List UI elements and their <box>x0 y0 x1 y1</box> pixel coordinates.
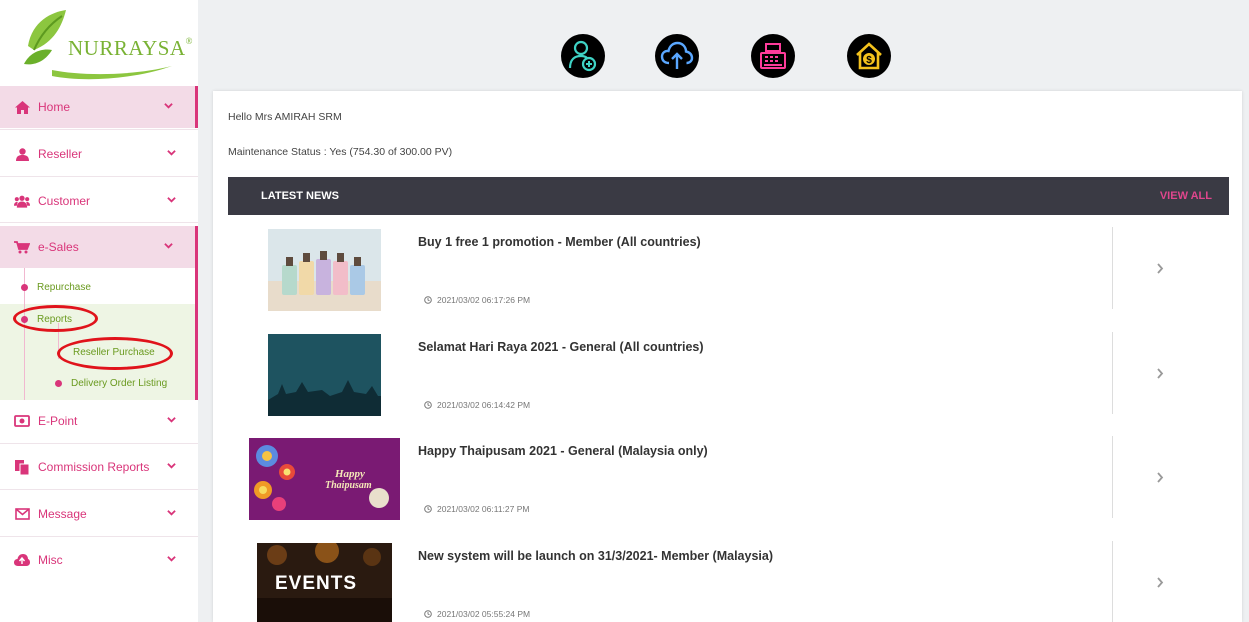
home-icon <box>14 100 30 114</box>
divider <box>1112 227 1113 309</box>
nav-esales-label: e-Sales <box>38 240 79 254</box>
bullet-icon <box>55 380 62 387</box>
chevron-right-icon[interactable] <box>1156 263 1164 274</box>
nav-misc[interactable]: Misc <box>0 539 198 581</box>
clock-icon <box>424 401 432 409</box>
nav-commission-reports-label: Commission Reports <box>38 460 150 474</box>
news-date: 2021/03/02 06:14:42 PM <box>424 400 530 410</box>
sidebar: NURRAYSA® Home Reseller Customer e-Sales… <box>0 0 198 622</box>
nav-customer[interactable]: Customer <box>0 180 198 222</box>
clock-icon <box>424 610 432 618</box>
news-item[interactable]: Happy Thaipusam Happy Thaipusam 2021 - G… <box>228 436 1229 520</box>
nav-home[interactable]: Home <box>0 86 198 128</box>
nav-esales[interactable]: e-Sales <box>0 226 198 268</box>
divider <box>0 536 198 537</box>
cloud-upload-icon[interactable] <box>655 34 699 78</box>
divider <box>0 222 198 223</box>
clock-icon <box>424 296 432 304</box>
news-date-text: 2021/03/02 06:17:26 PM <box>437 295 531 305</box>
cart-icon <box>14 240 30 254</box>
brand-name: NURRAYSA <box>68 36 186 60</box>
news-title[interactable]: Buy 1 free 1 promotion - Member (All cou… <box>418 235 701 249</box>
documents-icon <box>14 459 30 475</box>
news-date-text: 2021/03/02 06:14:42 PM <box>437 400 531 410</box>
submenu-delivery-order-listing-label: Delivery Order Listing <box>71 378 168 389</box>
nav-epoint-label: E-Point <box>38 414 78 428</box>
highlight-circle <box>57 337 173 370</box>
news-date: 2021/03/02 06:17:26 PM <box>424 295 530 305</box>
news-thumbnail-text: Happy <box>335 468 365 480</box>
view-all-link[interactable]: VIEW ALL <box>1160 190 1212 202</box>
nav-message-label: Message <box>38 507 87 521</box>
news-item[interactable]: Buy 1 free 1 promotion - Member (All cou… <box>228 227 1229 311</box>
nav-home-label: Home <box>38 100 71 114</box>
money-icon <box>14 414 30 428</box>
news-thumbnail-thaipusam: Happy Thaipusam <box>249 438 400 520</box>
bullet-icon <box>21 284 28 291</box>
chevron-down-icon <box>164 103 173 109</box>
add-user-icon[interactable] <box>561 34 605 78</box>
svg-text:$: $ <box>866 55 872 66</box>
submenu-repurchase-label: Repurchase <box>37 282 91 293</box>
news-title[interactable]: Selamat Hari Raya 2021 - General (All co… <box>418 340 704 354</box>
divider <box>0 129 198 130</box>
highlight-circle <box>13 305 98 332</box>
brand-logo[interactable]: NURRAYSA® <box>22 6 192 82</box>
chevron-down-icon <box>167 150 176 156</box>
nav-reseller[interactable]: Reseller <box>0 133 198 175</box>
news-item[interactable]: Selamat Hari Raya 2021 - General (All co… <box>228 332 1229 416</box>
chevron-right-icon[interactable] <box>1156 577 1164 588</box>
nav-misc-label: Misc <box>38 553 63 567</box>
news-item[interactable]: EVENTS New system will be launch on 31/3… <box>228 541 1229 622</box>
news-thumbnail-hari-raya <box>268 334 381 416</box>
house-dollar-icon[interactable]: $ <box>847 34 891 78</box>
news-date-text: 2021/03/02 06:11:27 PM <box>437 504 530 514</box>
chevron-right-icon[interactable] <box>1156 472 1164 483</box>
submenu-repurchase[interactable]: Repurchase <box>21 282 91 293</box>
submenu-delivery-order-listing[interactable]: Delivery Order Listing <box>55 378 167 389</box>
divider <box>1112 332 1113 414</box>
greeting-text: Hello Mrs AMIRAH SRM <box>228 111 342 123</box>
user-icon <box>14 147 30 161</box>
dashboard-panel: Hello Mrs AMIRAH SRM Maintenance Status … <box>213 91 1242 622</box>
news-date: 2021/03/02 06:11:27 PM <box>424 504 529 514</box>
news-date-text: 2021/03/02 05:55:24 PM <box>437 609 531 619</box>
chevron-down-icon <box>164 243 173 249</box>
nav-epoint[interactable]: E-Point <box>0 400 198 442</box>
chevron-down-icon <box>167 556 176 562</box>
nav-commission-reports[interactable]: Commission Reports <box>0 446 198 488</box>
cash-register-icon[interactable] <box>751 34 795 78</box>
nav-reseller-label: Reseller <box>38 147 83 161</box>
chevron-down-icon <box>167 463 176 469</box>
latest-news-header: LATEST NEWS VIEW ALL <box>228 177 1229 215</box>
nav-customer-label: Customer <box>38 194 91 208</box>
news-thumbnail-text: EVENTS <box>275 573 358 594</box>
latest-news-title: LATEST NEWS <box>261 190 340 202</box>
reg-mark: ® <box>185 36 193 46</box>
chevron-down-icon <box>167 197 176 203</box>
nav-message[interactable]: Message <box>0 493 198 535</box>
esales-submenu: Repurchase Reports Reseller Purchase Del… <box>0 268 198 400</box>
divider <box>0 443 198 444</box>
chevron-down-icon <box>167 417 176 423</box>
news-thumbnail-serum-bottles <box>268 229 381 311</box>
divider <box>0 176 198 177</box>
news-thumbnail-text: Thaipusam <box>325 480 372 491</box>
users-icon <box>14 194 30 208</box>
news-thumbnail-events: EVENTS <box>257 543 392 622</box>
chevron-down-icon <box>167 510 176 516</box>
news-date: 2021/03/02 05:55:24 PM <box>424 609 530 619</box>
divider <box>1112 436 1113 518</box>
chevron-right-icon[interactable] <box>1156 368 1164 379</box>
divider <box>0 489 198 490</box>
news-title[interactable]: Happy Thaipusam 2021 - General (Malaysia… <box>418 444 708 458</box>
cloud-icon <box>14 553 30 567</box>
news-title[interactable]: New system will be launch on 31/3/2021- … <box>418 549 773 563</box>
envelope-icon <box>14 507 30 521</box>
maintenance-status: Maintenance Status : Yes (754.30 of 300.… <box>228 146 453 158</box>
divider <box>1112 541 1113 622</box>
clock-icon <box>424 505 432 513</box>
